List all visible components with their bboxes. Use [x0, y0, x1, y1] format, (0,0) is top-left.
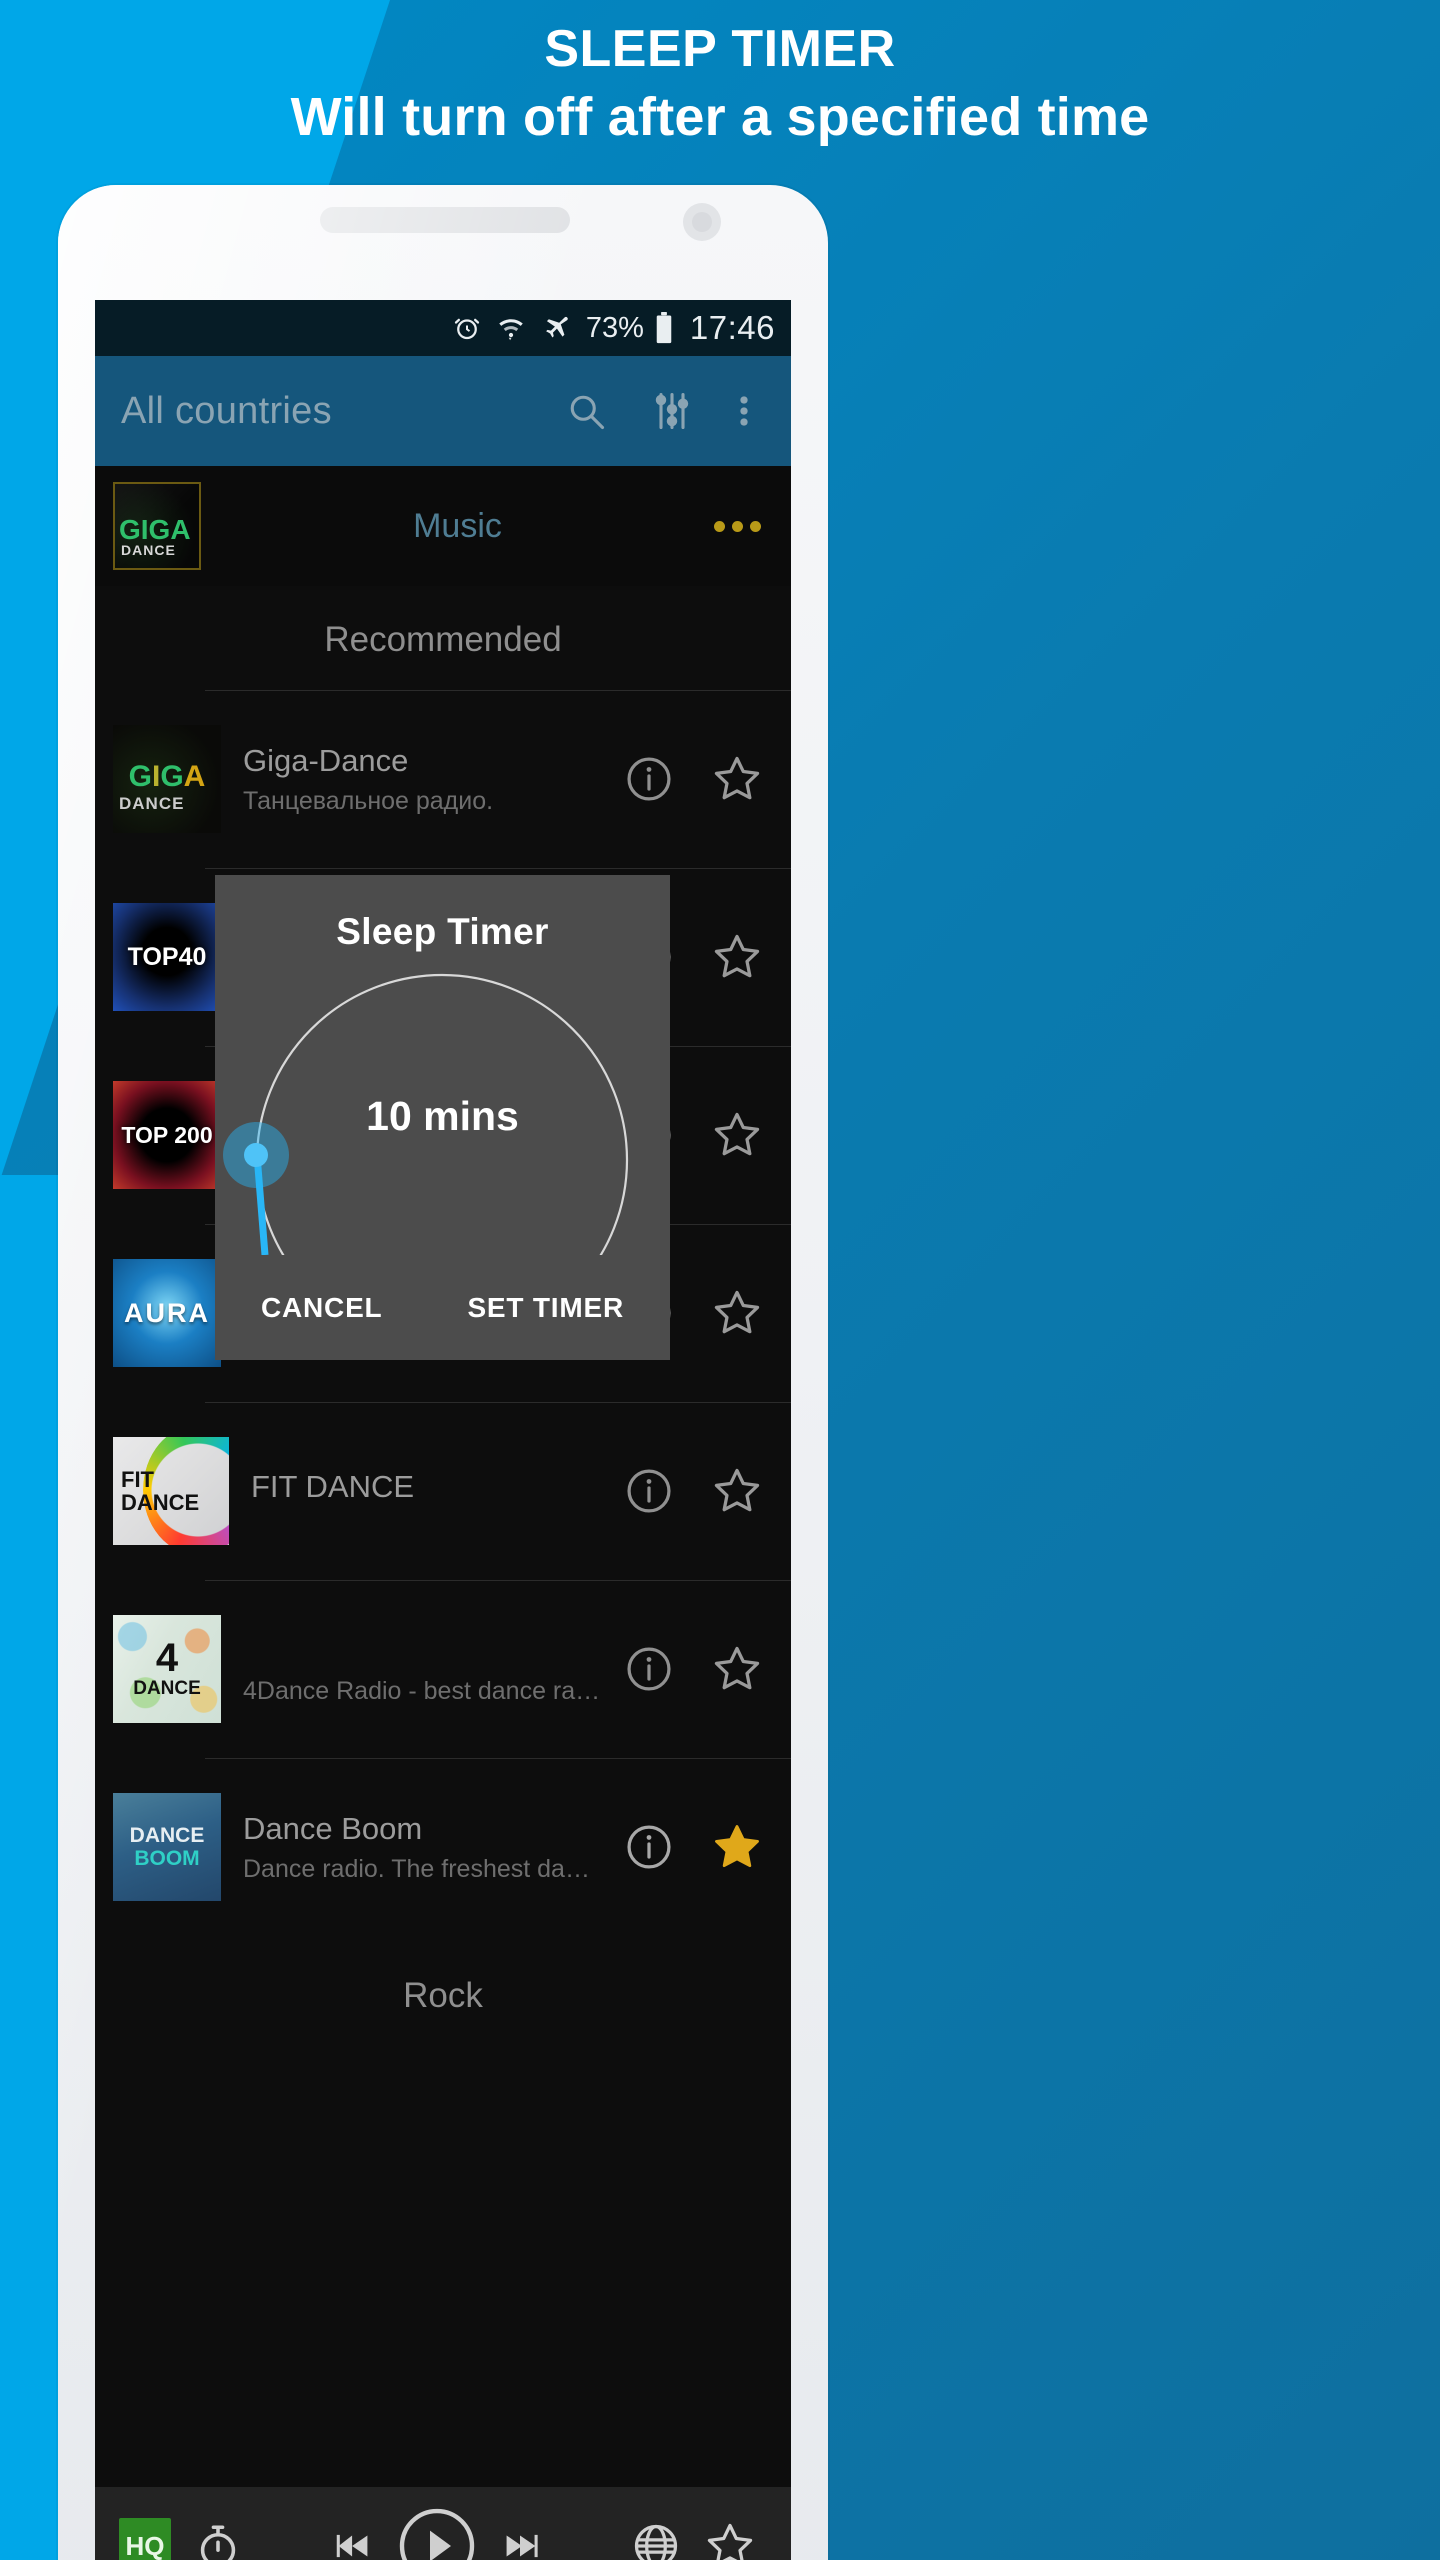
artwork-line2: DANCE [121, 1490, 200, 1515]
promo-headline: SLEEP TIMER Will turn off after a specif… [0, 20, 1440, 148]
phone-front-camera [683, 203, 721, 241]
promo-title: SLEEP TIMER [544, 20, 896, 78]
dialog-title: Sleep Timer [336, 911, 549, 952]
promo-subtitle: Will turn off after a specified time [290, 87, 1150, 148]
promo-screenshot: SLEEP TIMER Will turn off after a specif… [0, 0, 1440, 2560]
dialog-actions: CANCEL SET TIMER [215, 1292, 670, 1324]
set-timer-button[interactable]: SET TIMER [467, 1292, 624, 1324]
phone-earpiece-speaker [320, 207, 570, 233]
dialog-scrim [95, 300, 791, 2560]
artwork-label: 4 DANCE [133, 1638, 201, 1700]
sleep-timer-dialog: Sleep Timer 10 mins CANCEL SET TIMER [215, 875, 670, 1360]
phone-frame: 73% 17:46 All countries GIGA DANCE Music… [58, 185, 828, 2560]
artwork-line1: 4 [155, 1636, 179, 1681]
artwork-line2: DANCE [133, 1678, 201, 1700]
artwork-line1: FIT [121, 1466, 154, 1492]
artwork-label: FIT DANCE [121, 1468, 199, 1514]
cancel-button[interactable]: CANCEL [261, 1292, 382, 1324]
timer-value-label: 10 mins [366, 1093, 519, 1139]
phone-screen: 73% 17:46 All countries GIGA DANCE Music… [95, 300, 791, 2560]
